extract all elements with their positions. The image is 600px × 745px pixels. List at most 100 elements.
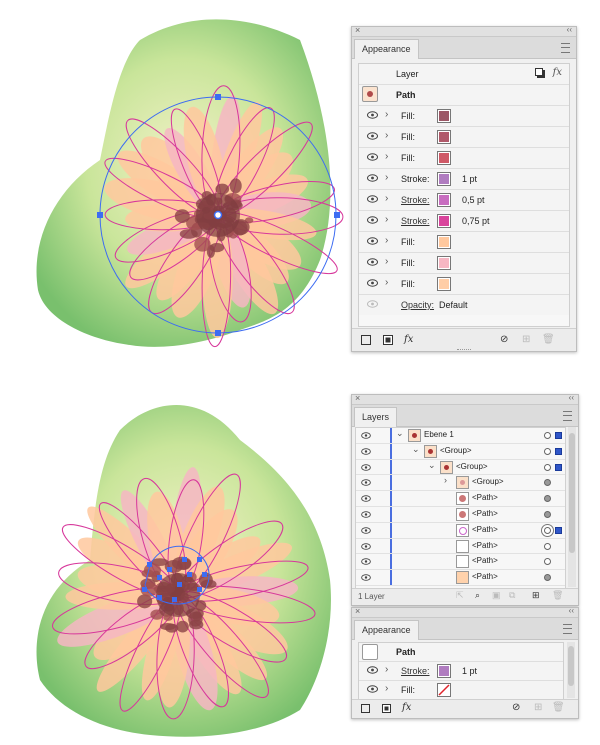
panel-menu-icon[interactable] [563, 411, 572, 421]
layer-row[interactable]: <Path> [356, 554, 565, 571]
artwork-bottom[interactable] [0, 380, 360, 745]
layer-name[interactable]: <Path> [472, 556, 498, 565]
scrollbar-thumb[interactable] [568, 646, 574, 686]
fx-icon[interactable]: fx [404, 334, 413, 345]
chevron-right-icon[interactable]: › [385, 151, 388, 162]
chevron-right-icon[interactable]: › [385, 109, 388, 120]
selection-indicator[interactable] [555, 447, 562, 455]
layer-row[interactable]: <Path> [356, 538, 565, 555]
attribute-label[interactable]: Stroke: [401, 216, 430, 226]
locate-object-icon[interactable]: ⌕ [475, 590, 480, 601]
target-circle-icon[interactable] [544, 558, 551, 566]
chevron-down-icon[interactable]: ⌄ [396, 428, 404, 439]
target-circle-icon[interactable] [544, 542, 551, 550]
collapse-icon[interactable]: ‹‹ [569, 393, 574, 402]
collapse-icon[interactable]: ‹‹ [569, 606, 574, 615]
panel-menu-icon[interactable] [563, 624, 572, 634]
layer-row[interactable]: › <Group> [356, 475, 565, 492]
appearance-attribute-row[interactable]: › Stroke: 1 pt [359, 169, 569, 190]
attribute-label[interactable]: Fill: [401, 153, 415, 163]
duplicate-item-icon[interactable]: ⊞ [534, 702, 542, 713]
opacity-label[interactable]: Opacity: [401, 300, 434, 310]
layer-name[interactable]: <Path> [472, 541, 498, 550]
tab-appearance[interactable]: Appearance [354, 39, 419, 59]
chevron-right-icon[interactable]: › [385, 130, 388, 141]
layer-name[interactable]: <Path> [472, 493, 498, 502]
target-circle-icon[interactable] [544, 432, 551, 439]
eye-icon[interactable] [367, 300, 378, 308]
chevron-down-icon[interactable]: ⌄ [412, 444, 420, 455]
color-swatch[interactable] [437, 235, 451, 249]
none-swatch-icon[interactable] [437, 683, 451, 697]
eye-icon[interactable] [361, 542, 371, 550]
color-swatch[interactable] [437, 151, 451, 165]
color-swatch[interactable] [437, 664, 451, 678]
fx-icon[interactable]: fx [402, 702, 411, 713]
duplicate-icon[interactable] [535, 68, 543, 76]
appearance-attribute-row[interactable]: › Fill: [359, 148, 569, 169]
chevron-right-icon[interactable]: › [385, 277, 388, 288]
eye-icon[interactable] [361, 479, 371, 487]
color-swatch[interactable] [437, 256, 451, 270]
target-circle-icon[interactable] [544, 463, 551, 471]
eye-icon[interactable] [367, 153, 378, 161]
appearance-attribute-row[interactable]: › Fill: [359, 127, 569, 148]
new-sublayer-icon[interactable]: ⧉ [509, 590, 515, 601]
panel-titlebar[interactable]: × ‹‹ [352, 393, 578, 405]
export-icon[interactable]: ⇱ [456, 590, 464, 601]
layer-name[interactable]: <Group> [472, 477, 504, 486]
clear-appearance-icon[interactable]: ⊘ [512, 702, 520, 713]
selection-indicator[interactable] [555, 432, 562, 439]
panel-menu-icon[interactable] [561, 43, 570, 53]
chevron-down-icon[interactable]: ⌄ [428, 460, 436, 471]
eye-icon[interactable] [361, 558, 371, 566]
layer-name[interactable]: <Group> [456, 462, 488, 471]
tab-appearance[interactable]: Appearance [354, 620, 419, 640]
trash-icon[interactable]: 🗑 [552, 590, 563, 601]
eye-icon[interactable] [367, 111, 378, 119]
close-icon[interactable]: × [355, 606, 360, 616]
attribute-label[interactable]: Fill: [401, 258, 415, 268]
eye-icon[interactable] [361, 448, 371, 455]
appearance-attribute-row[interactable]: › Fill: [359, 253, 569, 274]
eye-icon[interactable] [361, 511, 371, 518]
eye-icon[interactable] [367, 195, 378, 203]
appearance-attribute-row[interactable]: › Stroke: 0,5 pt [359, 190, 569, 211]
eye-icon[interactable] [361, 527, 371, 534]
chevron-right-icon[interactable]: › [385, 214, 388, 225]
eye-icon[interactable] [367, 258, 378, 266]
appearance-scrollbar[interactable] [567, 642, 575, 698]
eye-icon[interactable] [367, 666, 378, 674]
eye-icon[interactable] [367, 685, 378, 693]
appearance-attribute-row[interactable]: › Fill: [359, 232, 569, 253]
resize-grip[interactable] [457, 349, 471, 350]
object-row[interactable]: Path [359, 85, 569, 106]
attribute-label[interactable]: Fill: [401, 237, 415, 247]
target-circle-icon[interactable] [544, 495, 551, 503]
chevron-right-icon[interactable]: › [385, 683, 388, 694]
layer-name[interactable]: <Group> [440, 446, 472, 455]
attribute-label[interactable]: Fill: [401, 111, 415, 121]
panel-titlebar[interactable]: × ‹‹ [352, 25, 576, 37]
color-swatch[interactable] [437, 214, 451, 228]
collapse-icon[interactable]: ‹‹ [567, 25, 572, 34]
layer-name[interactable]: <Path> [472, 509, 498, 518]
eye-icon[interactable] [367, 279, 378, 287]
eye-icon[interactable] [361, 495, 371, 502]
selection-indicator[interactable] [555, 526, 562, 534]
add-stroke-icon[interactable] [361, 704, 370, 713]
trash-icon[interactable]: 🗑 [552, 702, 565, 713]
layer-row[interactable]: ⌄ <Group> [356, 443, 565, 460]
add-stroke-icon[interactable] [361, 335, 371, 345]
layer-row[interactable]: ⌄ <Group> [356, 459, 565, 476]
fx-layer-icon[interactable]: fx [553, 67, 562, 78]
attribute-label[interactable]: Fill: [401, 132, 415, 142]
new-layer-icon[interactable]: ⊞ [532, 590, 540, 601]
appearance-attribute-row[interactable]: › Stroke: 1 pt [359, 662, 563, 681]
target-circle-icon[interactable] [544, 574, 551, 582]
add-fill-icon[interactable] [383, 335, 393, 345]
artwork-top[interactable] [0, 0, 360, 375]
appearance-attribute-row[interactable]: › Fill: [359, 274, 569, 295]
eye-icon[interactable] [361, 574, 371, 581]
target-circle-icon[interactable] [544, 511, 551, 518]
